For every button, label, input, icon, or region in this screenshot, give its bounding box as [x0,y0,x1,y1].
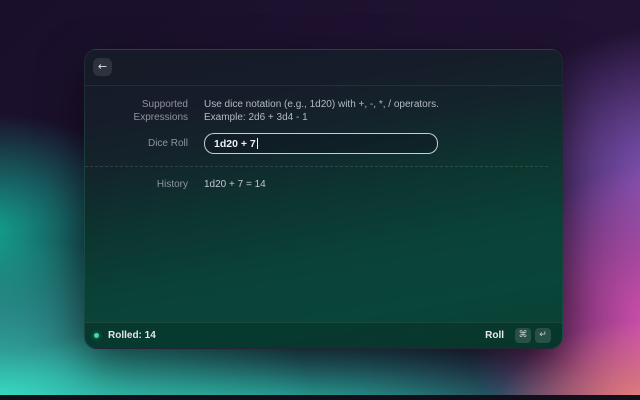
status-area: Rolled: 14 [94,330,156,341]
description-line-2: Example: 2d6 + 3d4 - 1 [204,111,439,124]
history-value: 1d20 + 7 = 14 [204,178,266,191]
history-row: History 1d20 + 7 = 14 [85,178,548,191]
roll-button-label[interactable]: Roll [485,330,504,341]
primary-action-area[interactable]: Roll ⌘ ↵ [485,328,551,343]
dice-roll-input-value: 1d20 + 7 [214,138,256,150]
screen-bottom-edge [0,395,640,400]
text-cursor [257,138,258,149]
dice-roll-input[interactable]: 1d20 + 7 [204,133,438,154]
supported-expressions-label: Supported Expressions [85,98,188,124]
status-text: Rolled: 14 [108,330,156,341]
command-key-icon: ⌘ [515,328,531,343]
back-button[interactable]: ← [93,58,112,76]
window-header: ← [85,50,562,85]
supported-expressions-row: Supported Expressions Use dice notation … [85,98,548,124]
dice-roll-row: Dice Roll 1d20 + 7 [85,133,548,154]
section-divider [85,166,548,167]
desktop-background: ← Supported Expressions Use dice notatio… [0,0,640,400]
status-dot [94,333,99,338]
history-label: History [85,178,188,191]
dice-roll-label: Dice Roll [85,133,188,154]
description-line-1: Use dice notation (e.g., 1d20) with +, -… [204,98,439,111]
supported-expressions-description: Use dice notation (e.g., 1d20) with +, -… [204,98,439,124]
dice-roll-extension-window: ← Supported Expressions Use dice notatio… [84,49,563,349]
enter-key-icon: ↵ [535,328,551,343]
back-arrow-icon: ← [98,60,107,73]
action-bar: Rolled: 14 Roll ⌘ ↵ [85,322,562,348]
form-area: Supported Expressions Use dice notation … [85,86,562,191]
